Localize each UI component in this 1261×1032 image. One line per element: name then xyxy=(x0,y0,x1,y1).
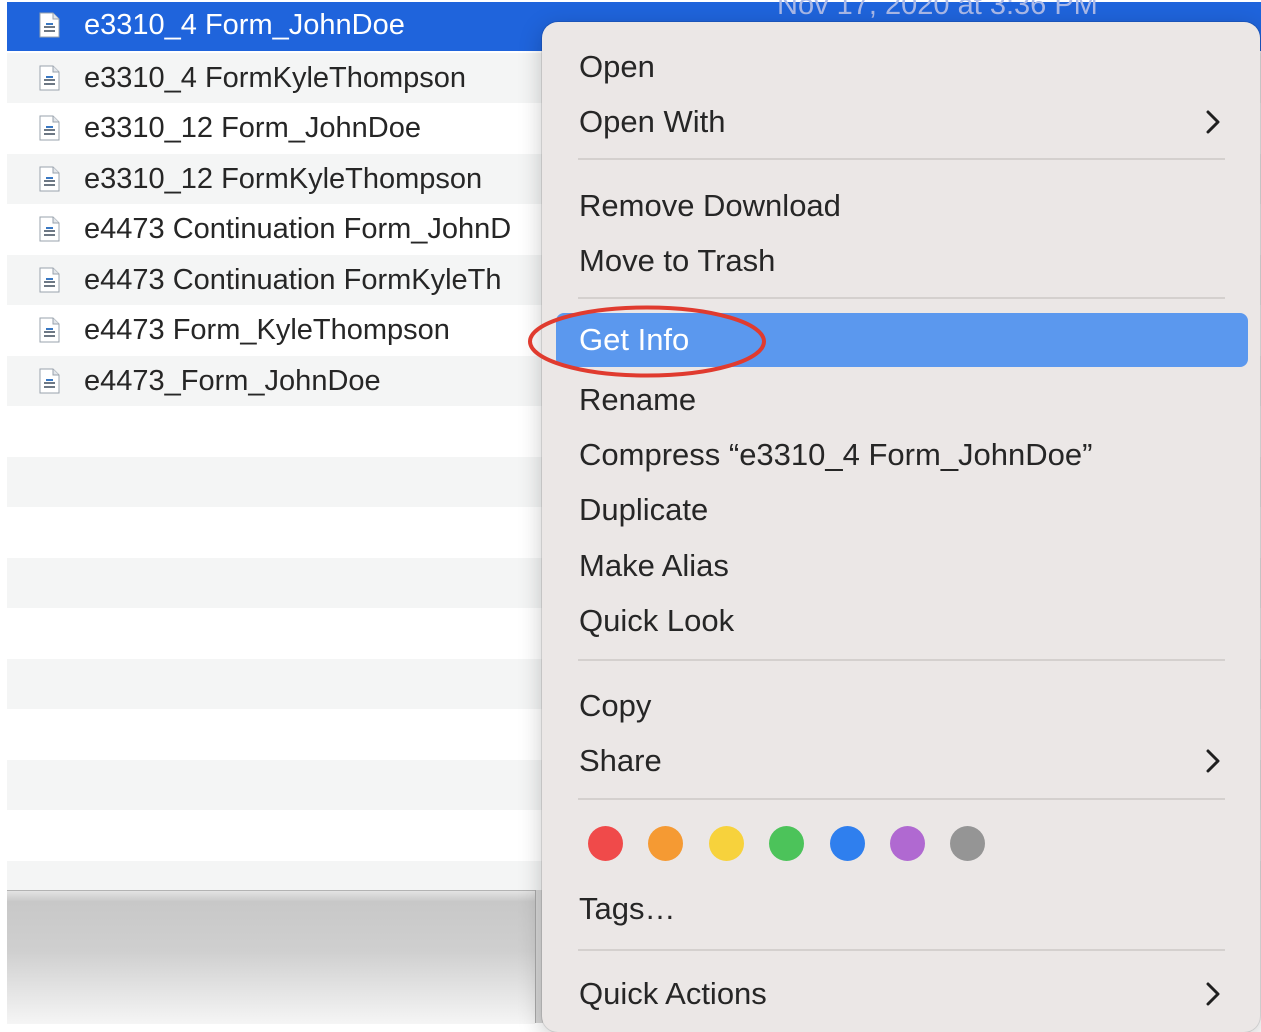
document-icon xyxy=(39,166,60,192)
menu-item-label: Share xyxy=(579,743,662,778)
menu-separator xyxy=(578,297,1225,299)
context-menu: Open Open With Remove Download Move to T… xyxy=(528,22,1260,1032)
menu-item-copy[interactable]: Copy xyxy=(556,679,1248,733)
menu-item-open-with[interactable]: Open With xyxy=(556,95,1248,149)
menu-item-remove-download[interactable]: Remove Download xyxy=(556,179,1248,233)
tag-purple-dot[interactable] xyxy=(890,826,925,861)
menu-item-rename[interactable]: Rename xyxy=(556,373,1248,427)
menu-separator xyxy=(578,158,1225,160)
menu-item-quick-look[interactable]: Quick Look xyxy=(556,594,1248,648)
menu-item-label: Make Alias xyxy=(579,548,729,583)
tag-red-dot[interactable] xyxy=(588,826,623,861)
file-name: e4473_Form_JohnDoe xyxy=(84,365,381,397)
menu-item-label: Get Info xyxy=(579,322,690,357)
document-icon xyxy=(39,12,60,38)
file-name: e4473 Continuation Form_JohnD xyxy=(84,213,512,245)
menu-item-tags[interactable]: Tags… xyxy=(556,882,1248,936)
chevron-right-icon xyxy=(1206,982,1220,1006)
file-name: e4473 Continuation FormKyleTh xyxy=(84,264,502,296)
menu-item-label: Remove Download xyxy=(579,188,841,223)
document-icon xyxy=(39,65,60,91)
menu-item-label: Quick Look xyxy=(579,603,735,638)
menu-item-open[interactable]: Open xyxy=(556,40,1248,94)
tag-orange-dot[interactable] xyxy=(648,826,683,861)
menu-item-label: Duplicate xyxy=(579,492,709,527)
menu-item-label: Tags… xyxy=(579,891,676,926)
menu-separator xyxy=(578,659,1225,661)
chevron-right-icon xyxy=(1206,110,1220,134)
tag-blue-dot[interactable] xyxy=(830,826,865,861)
menu-item-label: Open xyxy=(579,49,655,84)
menu-item-share[interactable]: Share xyxy=(556,734,1248,788)
document-icon xyxy=(39,317,60,343)
menu-item-duplicate[interactable]: Duplicate xyxy=(556,483,1248,537)
tag-gray-dot[interactable] xyxy=(950,826,985,861)
menu-item-move-to-trash[interactable]: Move to Trash xyxy=(556,234,1248,288)
menu-separator xyxy=(578,949,1225,951)
file-name: e3310_12 FormKyleThompson xyxy=(84,163,483,195)
file-name: e3310_12 Form_JohnDoe xyxy=(84,112,421,144)
menu-item-compress[interactable]: Compress “e3310_4 Form_JohnDoe” xyxy=(556,428,1248,482)
menu-item-quick-actions[interactable]: Quick Actions xyxy=(556,967,1248,1021)
menu-separator xyxy=(578,798,1225,800)
file-name: e4473 Form_KyleThompson xyxy=(84,314,450,346)
tag-green-dot[interactable] xyxy=(769,826,804,861)
menu-item-make-alias[interactable]: Make Alias xyxy=(556,539,1248,593)
menu-item-label: Open With xyxy=(579,104,726,139)
menu-item-label: Quick Actions xyxy=(579,976,767,1011)
document-icon xyxy=(39,115,60,141)
tag-yellow-dot[interactable] xyxy=(709,826,744,861)
date-modified-label: Nov 17, 2020 at 3:36 PM xyxy=(777,0,1098,21)
document-icon xyxy=(39,267,60,293)
file-name: e3310_4 Form_JohnDoe xyxy=(84,9,405,41)
menu-item-label: Copy xyxy=(579,688,652,723)
file-name: e3310_4 FormKyleThompson xyxy=(84,62,467,94)
document-icon xyxy=(39,216,60,242)
menu-item-label: Compress “e3310_4 Form_JohnDoe” xyxy=(579,437,1093,472)
chevron-right-icon xyxy=(1206,749,1220,773)
window-bottom-panel xyxy=(7,890,535,1024)
menu-item-label: Move to Trash xyxy=(579,243,776,278)
menu-item-label: Rename xyxy=(579,382,697,417)
document-icon xyxy=(39,368,60,394)
menu-item-get-info[interactable]: Get Info xyxy=(556,313,1248,367)
